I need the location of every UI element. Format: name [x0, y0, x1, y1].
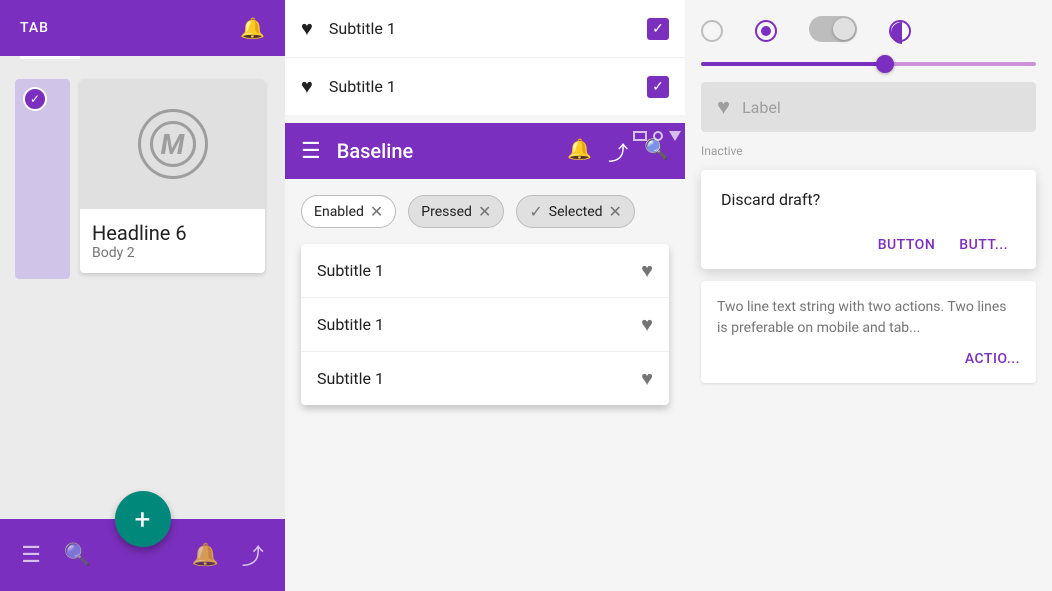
slider-thumb[interactable] [876, 55, 894, 73]
list-text-1: Subtitle 1 [329, 19, 647, 38]
radio-selected-inner [761, 26, 771, 36]
shape-circle [653, 131, 663, 141]
card-body: Body 2 [92, 245, 253, 261]
toggle-off[interactable] [809, 16, 857, 46]
dropdown-text-1: Subtitle 1 [317, 261, 641, 280]
chip-pressed-close[interactable]: ✕ [478, 202, 491, 221]
toolbar-shapes [633, 131, 681, 141]
checkbox-1[interactable]: ✓ [647, 18, 669, 40]
inactive-section: ♥ Label [701, 82, 1036, 132]
bell-nav-icon[interactable]: 🔔 [192, 543, 219, 568]
text-card-action[interactable]: ACTIO... [717, 351, 1020, 367]
controls-row [701, 0, 1036, 58]
main-card: M Headline 6 Body 2 [80, 79, 265, 273]
chip-check-icon: ✓ [529, 202, 542, 221]
heart-icon-2: ♥ [301, 74, 313, 99]
bell-icon[interactable]: 🔔 [240, 16, 265, 40]
checkbox-2[interactable]: ✓ [647, 76, 669, 98]
chip-enabled-label: Enabled [314, 204, 364, 220]
radio-unselected[interactable] [701, 20, 723, 42]
dropdown-text-2: Subtitle 1 [317, 315, 641, 334]
fab-button[interactable]: + [115, 491, 171, 547]
share-icon[interactable]: ⤴ [242, 539, 264, 571]
card-icon-letter: M [161, 128, 185, 161]
slider-row[interactable] [701, 58, 1036, 82]
shape-rect [633, 131, 647, 141]
text-card: Two line text string with two actions. T… [701, 281, 1036, 383]
list-item-2: ♥ Subtitle 1 ✓ [285, 58, 685, 115]
inactive-state-text: Inactive [701, 144, 1036, 158]
chip-enabled-close[interactable]: ✕ [370, 202, 383, 221]
inactive-label: Label [742, 98, 781, 117]
dropdown-item-2[interactable]: Subtitle 1 ♥ [301, 298, 669, 352]
tab-label: TAB [20, 20, 49, 36]
toolbar-title: Baseline [337, 139, 567, 163]
card-image: M [80, 79, 265, 209]
radio-half-fill [891, 22, 902, 44]
dialog-button-2[interactable]: BUTT... [951, 229, 1016, 261]
chip-enabled[interactable]: Enabled ✕ [301, 195, 396, 228]
chip-selected[interactable]: ✓ Selected ✕ [516, 195, 635, 228]
middle-panel: ♥ Subtitle 1 ✓ ♥ Subtitle 1 ✓ ☰ Baseline… [285, 0, 685, 591]
chip-pressed-label: Pressed [421, 204, 472, 220]
radio-half[interactable] [889, 20, 911, 42]
text-card-body: Two line text string with two actions. T… [717, 297, 1020, 339]
dropdown-list: Subtitle 1 ♥ Subtitle 1 ♥ Subtitle 1 ♥ [301, 244, 669, 405]
dialog-title: Discard draft? [721, 190, 1016, 209]
chip-selected-close[interactable]: ✕ [609, 202, 622, 221]
chips-row: Enabled ✕ Pressed ✕ ✓ Selected ✕ [285, 179, 685, 244]
chip-pressed[interactable]: Pressed ✕ [408, 195, 504, 228]
toolbar-share-icon[interactable]: ⤴ [608, 137, 628, 166]
right-panel: ♥ Label Inactive Discard draft? BUTTON B… [685, 0, 1052, 591]
small-card: ✓ [15, 79, 70, 279]
shape-triangle [669, 131, 681, 141]
heart-icon-1: ♥ [301, 16, 313, 41]
menu-icon[interactable]: ☰ [21, 543, 41, 568]
left-panel: TAB 🔔 ✓ M Headline 6 Body 2 + ☰ 🔍 🔔 ⤴ [0, 0, 285, 591]
search-icon[interactable]: 🔍 [63, 543, 90, 568]
card-content: Headline 6 Body 2 [80, 209, 265, 273]
dialog-actions: BUTTON BUTT... [721, 229, 1016, 261]
toggle-thumb-off [833, 18, 855, 40]
inactive-heart-icon: ♥ [717, 94, 730, 120]
dropdown-heart-1: ♥ [641, 258, 653, 283]
card-headline: Headline 6 [92, 221, 253, 245]
check-circle: ✓ [23, 87, 47, 111]
toolbar: ☰ Baseline 🔔 ⤴ 🔍 [285, 123, 685, 179]
dropdown-item-1[interactable]: Subtitle 1 ♥ [301, 244, 669, 298]
dropdown-item-3[interactable]: Subtitle 1 ♥ [301, 352, 669, 405]
dialog-button-1[interactable]: BUTTON [870, 229, 944, 261]
toolbar-bell-icon[interactable]: 🔔 [567, 137, 592, 166]
dropdown-heart-2: ♥ [641, 312, 653, 337]
toolbar-menu-icon[interactable]: ☰ [301, 139, 321, 164]
tab-bar[interactable]: TAB 🔔 [0, 0, 285, 56]
toggle-track-off [809, 16, 857, 42]
card-area: ✓ M Headline 6 Body 2 [0, 59, 285, 299]
list-item: ♥ Subtitle 1 ✓ [285, 0, 685, 58]
dropdown-heart-3: ♥ [641, 366, 653, 391]
list-text-2: Subtitle 1 [329, 77, 647, 96]
card-icon: M [138, 109, 208, 179]
dropdown-text-3: Subtitle 1 [317, 369, 641, 388]
top-list: ♥ Subtitle 1 ✓ ♥ Subtitle 1 ✓ [285, 0, 685, 115]
chip-selected-label: Selected [549, 204, 603, 220]
dialog: Discard draft? BUTTON BUTT... [701, 170, 1036, 269]
radio-selected[interactable] [755, 20, 777, 42]
slider-track [701, 62, 1036, 66]
